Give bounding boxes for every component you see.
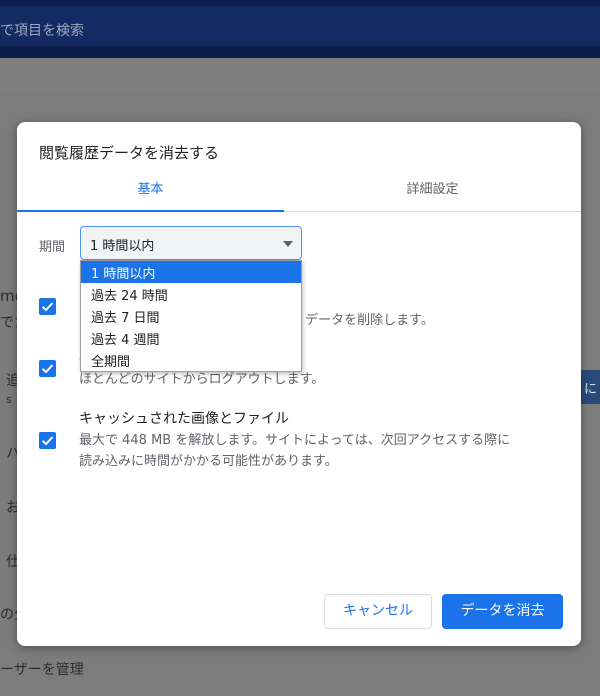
checkmark-icon xyxy=(41,436,54,446)
dialog-tabs: 基本 詳細設定 xyxy=(17,172,581,212)
option-description-line1: 最大で 448 MB を解放します。サイトによっては、次回アクセスする際に xyxy=(79,433,511,448)
clear-data-button[interactable]: データを消去 xyxy=(442,594,563,629)
time-range-option[interactable]: 過去 7 日間 xyxy=(81,305,301,327)
checkmark-icon xyxy=(41,302,54,312)
bg-blue-button-label: に xyxy=(584,382,598,397)
checkmark-icon xyxy=(41,364,54,374)
time-range-option[interactable]: 1 時間以内 xyxy=(81,261,301,283)
checkbox-cached-images[interactable] xyxy=(39,432,56,449)
dialog-title: 閲覧履歴データを消去する xyxy=(39,144,220,162)
option-description: ほとんどのサイトからログアウトします。 xyxy=(79,372,325,387)
time-range-option[interactable]: 過去 4 週間 xyxy=(81,327,301,349)
bg-text-fragment: s xyxy=(6,393,12,406)
time-range-selected-value: 1 時間以内 xyxy=(90,239,155,254)
clear-browsing-data-dialog: 閲覧履歴データを消去する 基本 詳細設定 期間 1 時間以内 閲 ブリート デー… xyxy=(17,122,581,646)
bg-manage-users-text: ーザーを管理 xyxy=(0,662,84,678)
option-description-line2: 読み込みに時間がかかる可能性があります。 xyxy=(79,454,338,469)
checkbox-browsing-history[interactable] xyxy=(39,298,56,315)
settings-search-placeholder: で項目を検索 xyxy=(0,23,84,39)
time-range-dropdown: 1 時間以内 過去 24 時間 過去 7 日間 過去 4 週間 全期間 xyxy=(80,260,302,372)
cancel-button[interactable]: キャンセル xyxy=(324,594,432,629)
settings-search-bar[interactable]: で項目を検索 xyxy=(0,6,600,46)
time-range-option[interactable]: 全期間 xyxy=(81,349,301,371)
option-cached-images: キャッシュされた画像とファイル 最大で 448 MB を解放します。サイトによっ… xyxy=(39,408,569,478)
time-range-select[interactable]: 1 時間以内 xyxy=(80,226,302,260)
tab-advanced[interactable]: 詳細設定 xyxy=(284,172,581,212)
tab-basic[interactable]: 基本 xyxy=(17,172,284,212)
checkbox-cookies[interactable] xyxy=(39,360,56,377)
chevron-down-icon xyxy=(283,241,293,247)
time-range-option[interactable]: 過去 24 時間 xyxy=(81,283,301,305)
bg-blue-button[interactable]: に xyxy=(578,370,600,404)
option-title: キャッシュされた画像とファイル xyxy=(79,411,289,427)
time-range-label: 期間 xyxy=(39,240,66,255)
